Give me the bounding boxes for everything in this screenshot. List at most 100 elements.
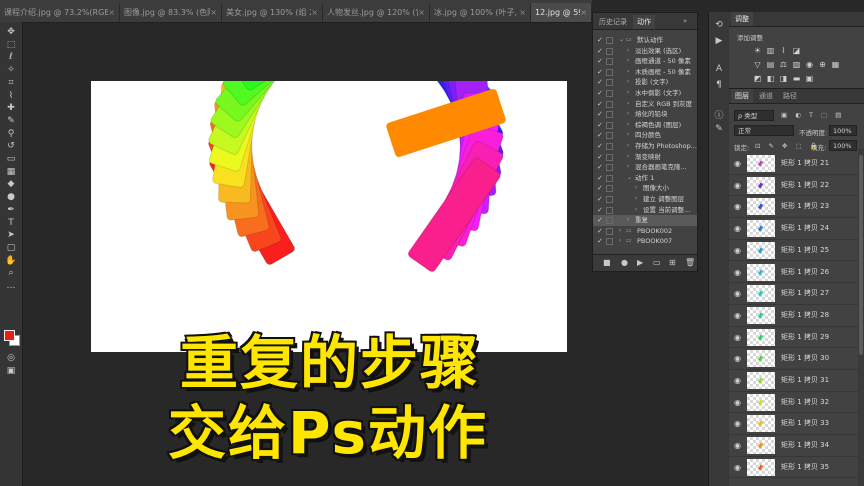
check-icon[interactable]: ✓ (597, 46, 603, 57)
fill-field[interactable]: 100% (829, 140, 857, 151)
new-action-icon[interactable]: ⊞ (669, 258, 676, 267)
dialog-toggle-box[interactable] (606, 153, 613, 161)
zoom-tool-icon[interactable]: ⌕ (4, 267, 18, 279)
type-tool-icon[interactable]: T (4, 217, 18, 229)
color-lookup-icon[interactable]: ▦ (831, 60, 840, 69)
close-tab-icon[interactable]: × (210, 3, 217, 22)
move-tool-icon[interactable]: ✥ (4, 26, 18, 38)
info-panel-icon[interactable]: ⓘ (713, 108, 725, 121)
close-tab-icon[interactable]: × (519, 3, 526, 22)
visibility-eye-icon[interactable]: ◉ (734, 246, 741, 255)
chevron-right-icon[interactable]: › (619, 236, 621, 247)
dialog-toggle-box[interactable] (606, 47, 613, 55)
hue-sat-icon[interactable]: ▤ (766, 60, 775, 69)
dialog-toggle-box[interactable] (606, 111, 613, 119)
action-item[interactable]: ✓ › 重复 (593, 215, 697, 226)
pen-tool-icon[interactable]: ✒ (4, 204, 18, 216)
screen-mode-icon[interactable]: ▣ (4, 365, 18, 377)
visibility-eye-icon[interactable]: ◉ (734, 419, 741, 428)
visibility-eye-icon[interactable]: ◉ (734, 398, 741, 407)
check-icon[interactable]: ✓ (597, 152, 603, 163)
document-tab[interactable]: 课程介绍.jpg @ 73.2%(RGB/...× (0, 3, 120, 22)
path-select-icon[interactable]: ➤ (4, 229, 18, 241)
lasso-tool-icon[interactable]: ℓ (4, 51, 18, 63)
chevron-right-icon[interactable]: › (627, 56, 629, 67)
chevron-right-icon[interactable]: › (627, 141, 629, 152)
shape-tool-icon[interactable]: ▢ (4, 242, 18, 254)
panel-collapse-icon[interactable]: » (679, 14, 691, 28)
check-icon[interactable]: ✓ (597, 226, 603, 237)
visibility-eye-icon[interactable]: ◉ (734, 354, 741, 363)
visibility-eye-icon[interactable]: ◉ (734, 159, 741, 168)
eraser-tool-icon[interactable]: ▭ (4, 153, 18, 165)
visibility-eye-icon[interactable]: ◉ (734, 441, 741, 450)
channel-mixer-icon[interactable]: ⊕ (818, 60, 827, 69)
layers-scrollbar[interactable] (858, 149, 864, 486)
action-item[interactable]: ✓ › 建立 调整图层 (593, 194, 697, 205)
dialog-toggle-box[interactable] (606, 58, 613, 66)
layer-row[interactable]: ◉ 矩形 1 拷贝 25 (729, 240, 864, 262)
action-item[interactable]: ✓ › 四分颜色 (593, 130, 697, 141)
chevron-down-icon[interactable]: ⌄ (619, 35, 624, 46)
hand-tool-icon[interactable]: ✋ (4, 255, 18, 267)
document-tab[interactable]: 图像.jpg @ 83.3% (色阶 1...× (120, 3, 222, 22)
layer-row[interactable]: ◉ 矩形 1 拷贝 24 (729, 218, 864, 240)
action-item[interactable]: ✓ › 棕褐色调 (图层) (593, 120, 697, 131)
dialog-toggle-box[interactable] (606, 196, 613, 203)
chevron-right-icon[interactable]: › (619, 226, 621, 237)
chevron-right-icon[interactable]: › (627, 130, 629, 141)
healing-brush-icon[interactable]: ✚ (4, 102, 18, 114)
layer-row[interactable]: ◉ 矩形 1 拷贝 23 (729, 196, 864, 219)
action-item[interactable]: ✓ › 图像大小 (593, 183, 697, 194)
check-icon[interactable]: ✓ (597, 194, 603, 205)
check-icon[interactable]: ✓ (597, 162, 603, 173)
layer-row[interactable]: ◉ 矩形 1 拷贝 30 (729, 348, 864, 370)
gradient-map-icon[interactable]: ▬ (792, 74, 801, 83)
tab-adjustments[interactable]: 调整 (731, 12, 753, 26)
check-icon[interactable]: ✓ (597, 215, 603, 226)
check-icon[interactable]: ✓ (597, 109, 603, 120)
document-tab[interactable]: 美女.jpg @ 130% (组 2, R...× (222, 3, 323, 22)
selective-color-icon[interactable]: ▣ (805, 74, 814, 83)
chevron-right-icon[interactable]: › (627, 46, 629, 57)
action-item[interactable]: ✓ › 水中倒影 (文字) (593, 88, 697, 99)
dodge-tool-icon[interactable]: ● (4, 191, 18, 203)
chevron-right-icon[interactable]: › (627, 152, 629, 163)
new-set-icon[interactable]: ▭ (653, 258, 661, 267)
chevron-right-icon[interactable]: › (627, 109, 629, 120)
dialog-toggle-box[interactable] (606, 121, 613, 129)
blend-mode-select[interactable]: 正常 (734, 125, 794, 136)
threshold-icon[interactable]: ◨ (779, 74, 788, 83)
check-icon[interactable]: ✓ (597, 173, 603, 184)
layer-row[interactable]: ◉ 矩形 1 拷贝 29 (729, 327, 864, 349)
layer-row[interactable]: ◉ 矩形 1 拷贝 26 (729, 262, 864, 284)
color-balance-icon[interactable]: ⚖ (779, 60, 788, 69)
action-item[interactable]: ✓ › 设置 当前调整... (593, 205, 697, 216)
tab-layers[interactable]: 图层 (731, 89, 753, 103)
dialog-toggle-box[interactable] (606, 174, 613, 182)
opacity-field[interactable]: 100% (829, 125, 857, 136)
action-item[interactable]: ✓ › 存储为 Photoshop... (593, 141, 697, 152)
chevron-right-icon[interactable]: › (627, 120, 629, 131)
marquee-tool-icon[interactable]: ⬚ (4, 39, 18, 51)
layer-row[interactable]: ◉ 矩形 1 拷贝 27 (729, 283, 864, 305)
close-tab-icon[interactable]: × (108, 3, 115, 22)
action-item[interactable]: ✓ › ▭ PBOOK002 (593, 226, 697, 237)
layer-row[interactable]: ◉ 矩形 1 拷贝 35 (729, 457, 864, 479)
delete-icon[interactable]: 🗑 (685, 258, 695, 267)
check-icon[interactable]: ✓ (597, 77, 603, 88)
levels-icon[interactable]: ▥ (766, 46, 775, 55)
brightness-icon[interactable]: ☀ (753, 46, 762, 55)
visibility-eye-icon[interactable]: ◉ (734, 376, 741, 385)
quick-mask-icon[interactable]: ◎ (4, 352, 18, 364)
dialog-toggle-box[interactable] (606, 100, 613, 108)
check-icon[interactable]: ✓ (597, 130, 603, 141)
document-canvas[interactable] (91, 81, 567, 352)
document-tab[interactable]: 冰.jpg @ 100% (叶子, RGB...× (430, 3, 531, 22)
check-icon[interactable]: ✓ (597, 120, 603, 131)
tab-channels[interactable]: 通道 (755, 89, 777, 103)
crop-tool-icon[interactable]: ⌗ (4, 77, 18, 89)
check-icon[interactable]: ✓ (597, 99, 603, 110)
check-icon[interactable]: ✓ (597, 35, 603, 46)
photo-filter-icon[interactable]: ◉ (805, 60, 814, 69)
